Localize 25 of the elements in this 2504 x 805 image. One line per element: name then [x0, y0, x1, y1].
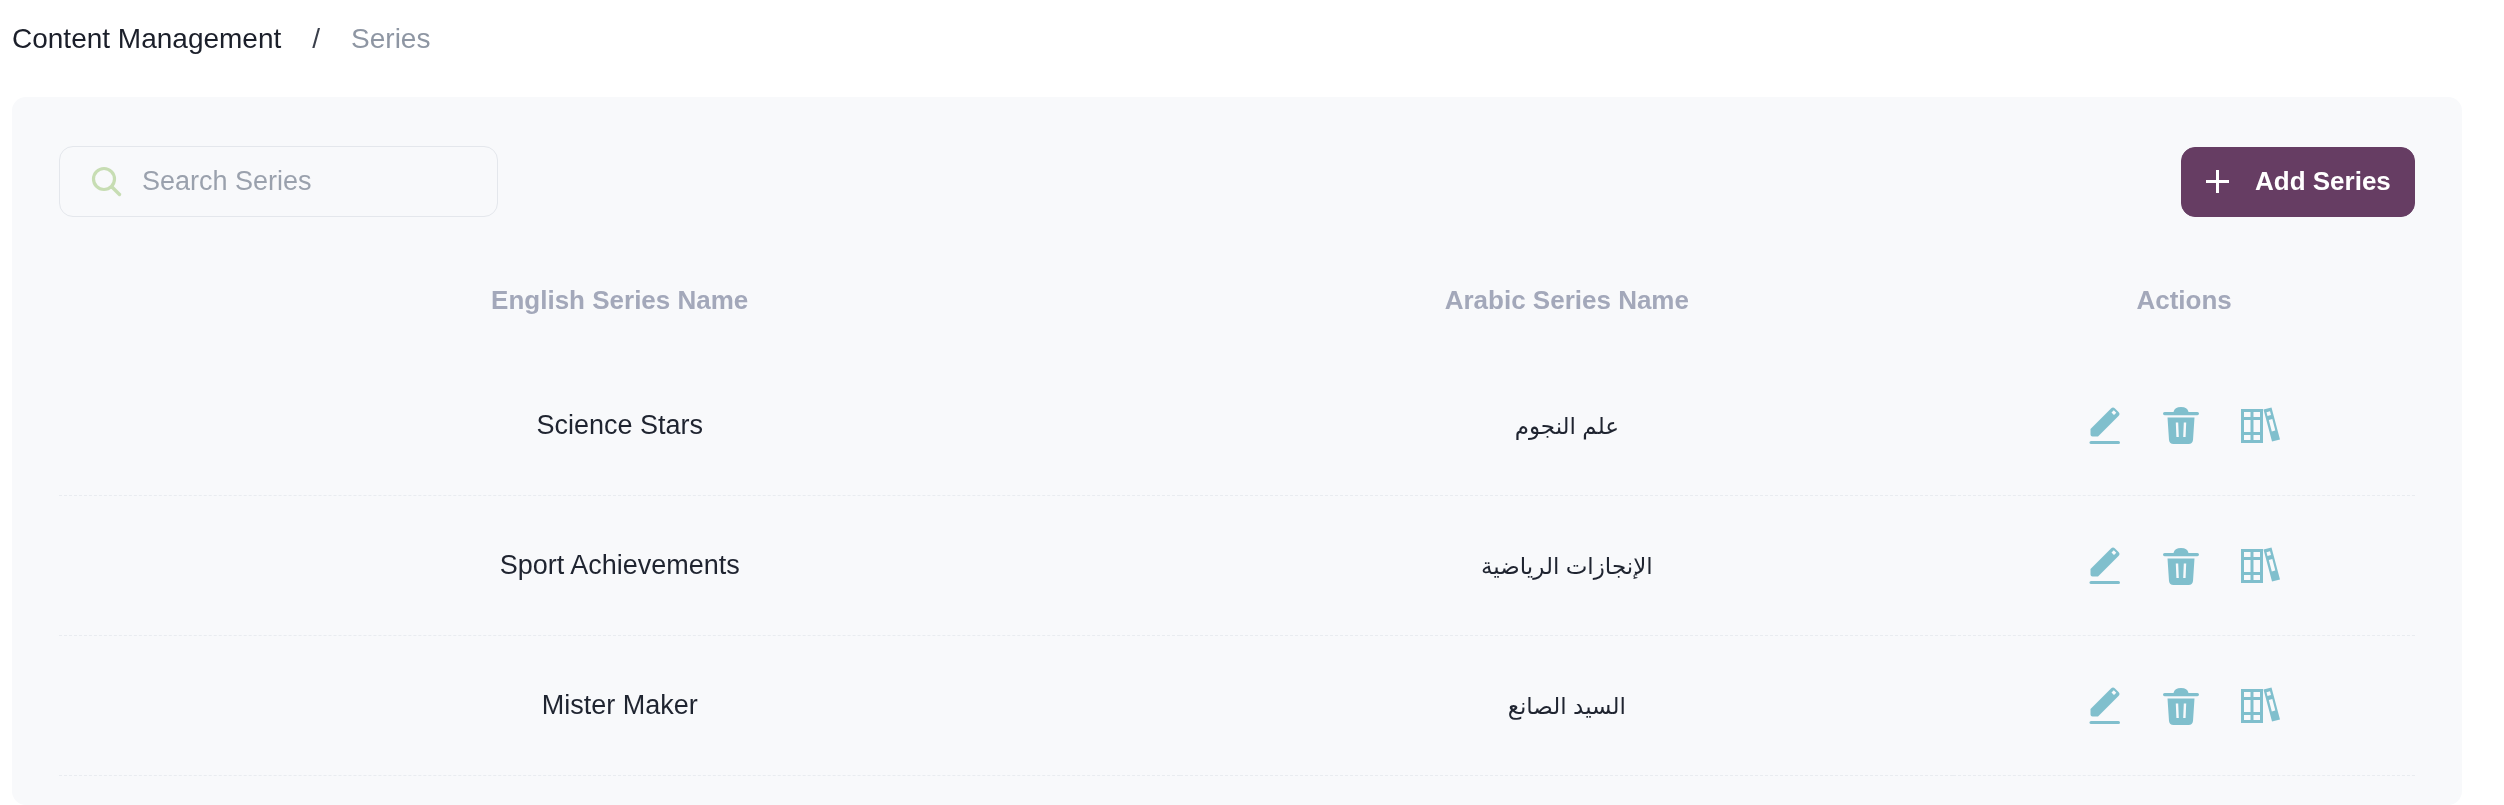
breadcrumb-separator: / — [312, 22, 321, 56]
trash-icon[interactable] — [2162, 545, 2199, 585]
books-icon[interactable] — [2240, 406, 2280, 443]
column-header: Arabic Series Name — [1444, 284, 1689, 315]
trash-icon[interactable] — [2162, 685, 2199, 725]
plus-icon — [2206, 170, 2229, 193]
books-icon[interactable] — [2240, 687, 2280, 723]
table-cell: السيد الصانع — [1507, 692, 1626, 719]
table-cell: Science Stars — [536, 409, 703, 440]
search-field[interactable]: Search Series — [59, 146, 498, 217]
breadcrumb-link[interactable]: Content Management — [12, 21, 282, 57]
books-icon[interactable] — [2240, 547, 2280, 583]
pencil-icon[interactable] — [2088, 405, 2121, 444]
pencil-icon[interactable] — [2088, 546, 2121, 584]
column-header: Actions — [2136, 284, 2232, 315]
table-cell: Sport Achievements — [499, 549, 740, 580]
add-series-button[interactable]: Add Series — [2181, 146, 2415, 217]
table-cell: الإنجازات الرياضية — [1481, 552, 1653, 579]
trash-icon[interactable] — [2162, 405, 2199, 445]
table-cell: Mister Maker — [541, 689, 698, 720]
breadcrumb-current: Series — [351, 22, 431, 56]
pencil-icon[interactable] — [2088, 686, 2121, 724]
table-cell: علم النجوم — [1514, 412, 1619, 439]
search-icon — [91, 166, 122, 197]
column-header: English Series Name — [491, 284, 749, 315]
